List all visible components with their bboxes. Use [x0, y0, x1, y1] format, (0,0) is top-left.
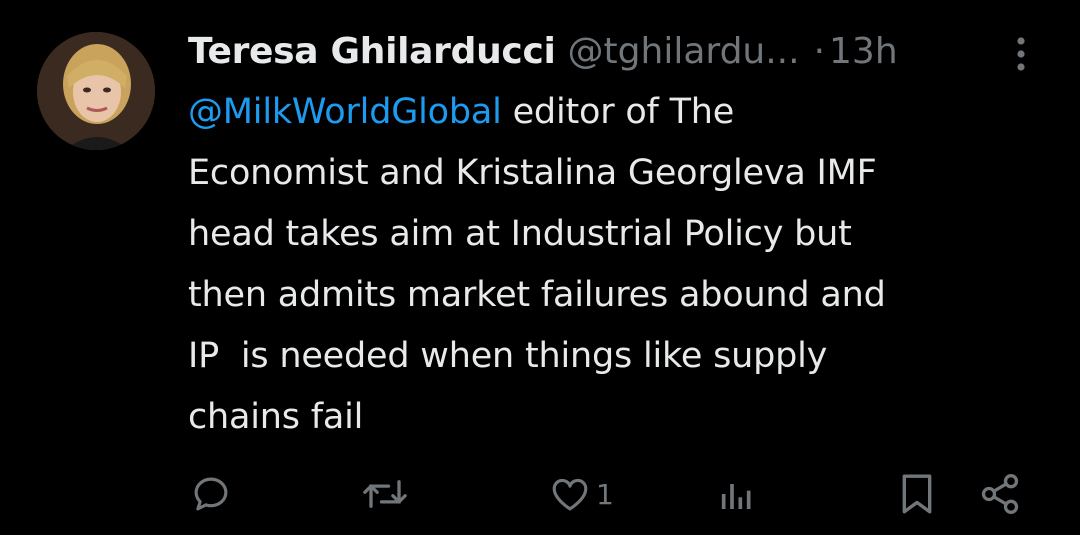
tweet-text-line-6: chains fail: [188, 397, 364, 437]
reply-button[interactable]: [190, 466, 232, 522]
tweet-text-line-1: editor of The: [501, 92, 735, 132]
retweet-icon: [363, 480, 407, 508]
action-bar: 1: [0, 466, 1080, 522]
mention-link[interactable]: @MilkWorldGlobal: [188, 92, 502, 132]
share-icon: [981, 474, 1019, 514]
views-button[interactable]: [716, 466, 756, 522]
bookmark-icon: [902, 474, 932, 514]
heart-icon: [552, 478, 588, 511]
timestamp[interactable]: 13h: [829, 24, 898, 80]
separator-dot: ·: [813, 31, 826, 72]
bookmark-button[interactable]: [898, 466, 936, 522]
tweet-text-line-5: IP is needed when things like supply: [188, 336, 828, 376]
avatar[interactable]: [37, 32, 155, 150]
like-count: 1: [596, 477, 614, 511]
reply-icon: [194, 477, 228, 511]
author-handle[interactable]: @tghilardu...: [568, 24, 800, 80]
tweet-text: @MilkWorldGlobal editor of The Economist…: [188, 82, 1038, 448]
views-icon: [721, 484, 751, 509]
author-name[interactable]: Teresa Ghilarducci: [188, 24, 556, 80]
tweet-text-line-3: head takes aim at Industrial Policy but: [188, 214, 852, 254]
tweet[interactable]: Teresa Ghilarducci @tghilardu... · 13h @…: [0, 0, 1080, 535]
tweet-text-line-2: Economist and Kristalina Georgleva IMF: [188, 153, 877, 193]
tweet-text-line-4: then admits market failures abound and: [188, 275, 886, 315]
more-vertical-icon[interactable]: [1004, 34, 1038, 74]
like-button[interactable]: 1: [548, 466, 614, 522]
share-button[interactable]: [978, 466, 1022, 522]
tweet-header: Teresa Ghilarducci @tghilardu... · 13h: [188, 24, 898, 80]
retweet-button[interactable]: [360, 466, 410, 522]
